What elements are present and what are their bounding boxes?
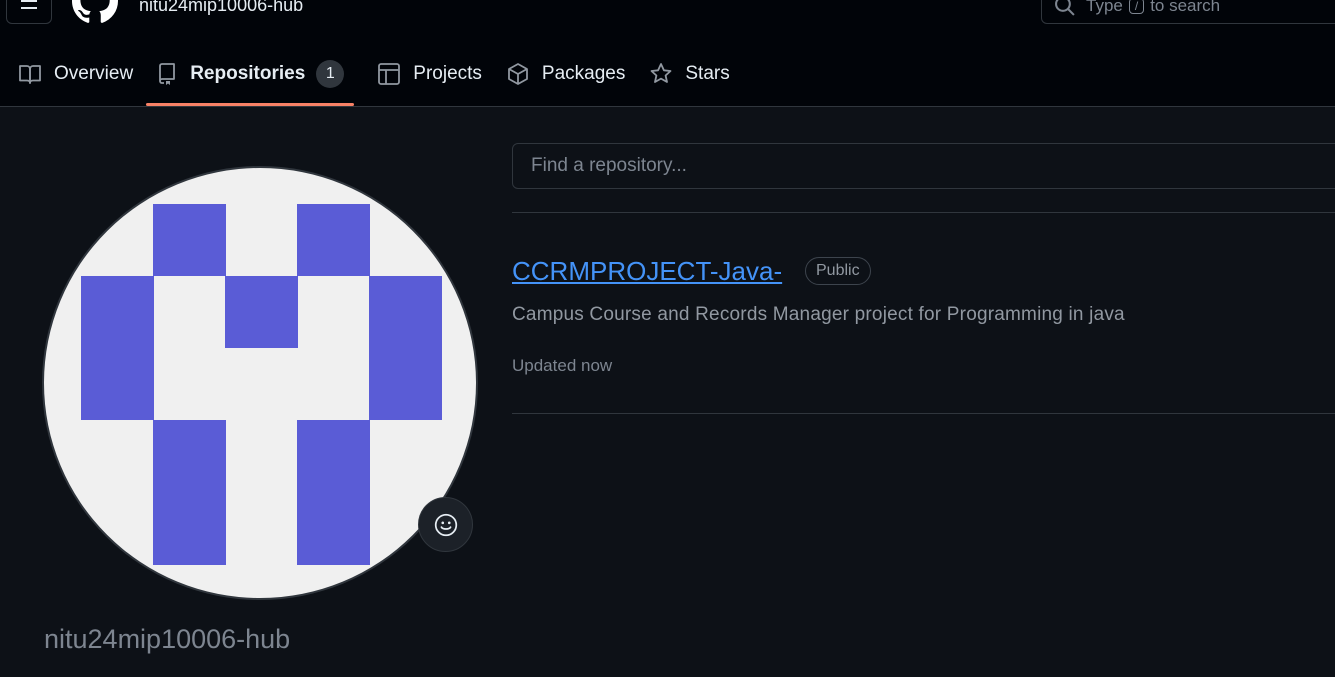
top-header: nitu24mip10006-hub Type / to search Over… [0,0,1335,107]
repositories-count-badge: 1 [316,60,345,88]
tab-packages-label: Packages [541,63,626,84]
tab-packages[interactable]: Packages [496,52,635,96]
star-icon [650,63,672,83]
tab-stars[interactable]: Stars [639,52,739,96]
tab-projects[interactable]: Projects [367,52,492,96]
hamburger-menu-button[interactable] [6,0,52,24]
repo-name-link[interactable]: CCRMPROJECT-Java- [512,256,782,287]
search-prefix: Type [1086,0,1123,15]
repo-description: Campus Course and Records Manager projec… [512,304,1125,325]
book-icon [19,65,41,84]
table-icon [378,63,401,85]
tab-stars-label: Stars [685,63,730,84]
list-divider [512,212,1335,213]
tab-repositories-label: Repositories [190,63,306,84]
header-username[interactable]: nitu24mip10006-hub [139,0,303,16]
hamburger-icon [21,0,37,9]
list-divider [512,413,1335,414]
github-logo-icon[interactable] [72,0,118,29]
tab-projects-label: Projects [413,63,482,84]
identicon-block [297,420,370,565]
tab-overview-label: Overview [54,63,134,84]
search-icon [1055,0,1075,16]
identicon-block [225,276,298,348]
global-search-input[interactable]: Type / to search [1041,0,1335,24]
find-repository-input[interactable] [512,143,1335,189]
search-shortcut-key: / [1128,0,1145,14]
identicon-block [369,276,442,420]
profile-tabs: Overview Repositories 1 Projects Package… [0,52,740,107]
tab-repositories[interactable]: Repositories 1 [146,52,355,106]
visibility-badge: Public [805,257,871,285]
search-suffix: to search [1150,0,1221,15]
package-icon [508,63,528,85]
identicon-block [153,204,226,276]
smiley-icon [434,513,457,536]
identicon-block [153,420,226,565]
profile-username: nitu24mip10006-hub [44,624,291,654]
repo-icon [159,63,176,85]
profile-avatar[interactable] [42,166,478,600]
repo-updated-time: Updated now [512,356,613,375]
identicon-block [297,204,370,276]
set-status-button[interactable] [418,497,473,552]
identicon-block [81,276,154,420]
tab-overview[interactable]: Overview [8,52,143,96]
